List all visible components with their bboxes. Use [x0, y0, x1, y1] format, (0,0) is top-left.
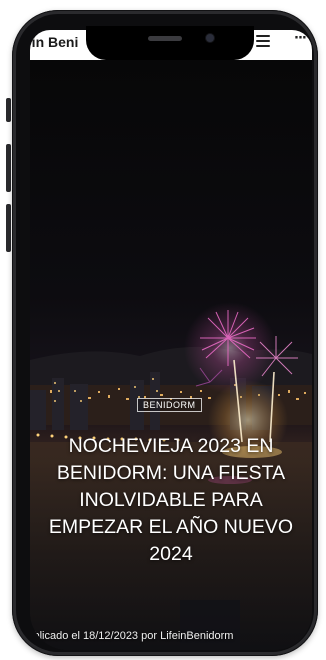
headline-line: 2024 [149, 543, 193, 565]
headline-line: BENIDORM: UNA FIESTA [56, 462, 286, 484]
headline-line: INOLVIDABLE PARA [79, 489, 263, 511]
post-headline[interactable]: NOCHEVIEJA 2023 EN BENIDORM: UNA FIESTA … [30, 433, 312, 568]
phone-silent-switch [6, 98, 11, 122]
phone-notch [86, 26, 254, 60]
phone-screen: e in Beni ··· BENIDORM NOCHEVIEJA 2023 E… [30, 30, 312, 650]
headline-line: NOCHEVIEJA 2023 EN [68, 435, 274, 457]
front-camera-icon [206, 34, 214, 42]
author-link[interactable]: LifeinBenidorm [160, 630, 233, 642]
speaker-grille [148, 36, 182, 41]
category-tag[interactable]: BENIDORM [137, 398, 202, 412]
phone-volume-up-button [6, 144, 11, 192]
more-dots-icon[interactable]: ··· [294, 31, 307, 46]
byline-prefix: Publicado el [30, 630, 80, 642]
phone-volume-down-button [6, 204, 11, 252]
post-date-link[interactable]: 18/12/2023 [83, 630, 138, 642]
mockup-stage: e in Beni ··· BENIDORM NOCHEVIEJA 2023 E… [0, 0, 326, 660]
site-title[interactable]: e in Beni [30, 34, 78, 50]
byline-mid: por [138, 630, 161, 642]
post-byline: Publicado el 18/12/2023 por LifeinBenido… [30, 630, 233, 642]
hamburger-menu-icon[interactable] [256, 35, 270, 47]
headline-line: EMPEZAR EL AÑO NUEVO [48, 516, 294, 538]
